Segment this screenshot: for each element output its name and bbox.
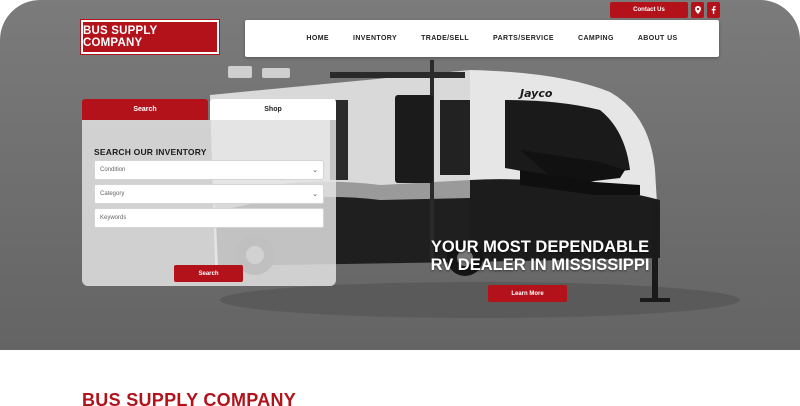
section-title: BUS SUPPLY COMPANY [82,390,297,406]
nav-item-home[interactable]: HOME [294,35,341,42]
category-select[interactable]: Category ⌄ [94,184,324,204]
search-panel-body: SEARCH OUR INVENTORY Condition ⌄ Categor… [82,120,336,286]
condition-select[interactable]: Condition ⌄ [94,160,324,180]
hero-headline: YOUR MOST DEPENDABLE RV DEALER IN MISSIS… [400,238,680,274]
search-panel-title: SEARCH OUR INVENTORY [94,147,207,157]
nav-item-parts-service[interactable]: PARTS/SERVICE [481,35,566,42]
contact-us-button[interactable]: Contact Us [610,2,688,18]
tab-shop[interactable]: Shop [210,99,336,120]
keywords-placeholder: Keywords [100,215,127,221]
company-logo[interactable]: BUS SUPPLY COMPANY [80,19,220,55]
jayco-logo: Jayco [518,87,553,100]
search-panel: Search Shop SEARCH OUR INVENTORY Conditi… [82,99,336,286]
contact-bar: Contact Us [610,2,720,18]
chevron-down-icon: ⌄ [312,191,318,198]
nav-item-inventory[interactable]: INVENTORY [341,35,409,42]
hero-headline-line2: RV DEALER IN MISSISSIPPI [430,256,650,274]
category-placeholder: Category [100,191,125,197]
learn-more-button[interactable]: Learn More [488,285,567,302]
hero-section: Jayco BUS SUPPLY COMPANY HOME INVENTORY … [0,0,800,350]
nav-item-camping[interactable]: CAMPING [566,35,626,42]
nav-item-about-us[interactable]: ABOUT US [626,35,690,42]
condition-placeholder: Condition [100,167,126,173]
map-pin-icon[interactable] [691,2,704,18]
facebook-icon[interactable] [707,2,720,18]
main-nav: HOME INVENTORY TRADE/SELL PARTS/SERVICE … [245,20,719,57]
logo-text: BUS SUPPLY COMPANY [83,25,158,49]
tab-search[interactable]: Search [82,99,208,120]
search-tabs: Search Shop [82,99,336,120]
chevron-down-icon: ⌄ [312,167,318,174]
hero-headline-line1: YOUR MOST DEPENDABLE [430,238,650,256]
nav-item-trade-sell[interactable]: TRADE/SELL [409,35,481,42]
keywords-input[interactable]: Keywords [94,208,324,228]
search-button[interactable]: Search [174,265,243,282]
